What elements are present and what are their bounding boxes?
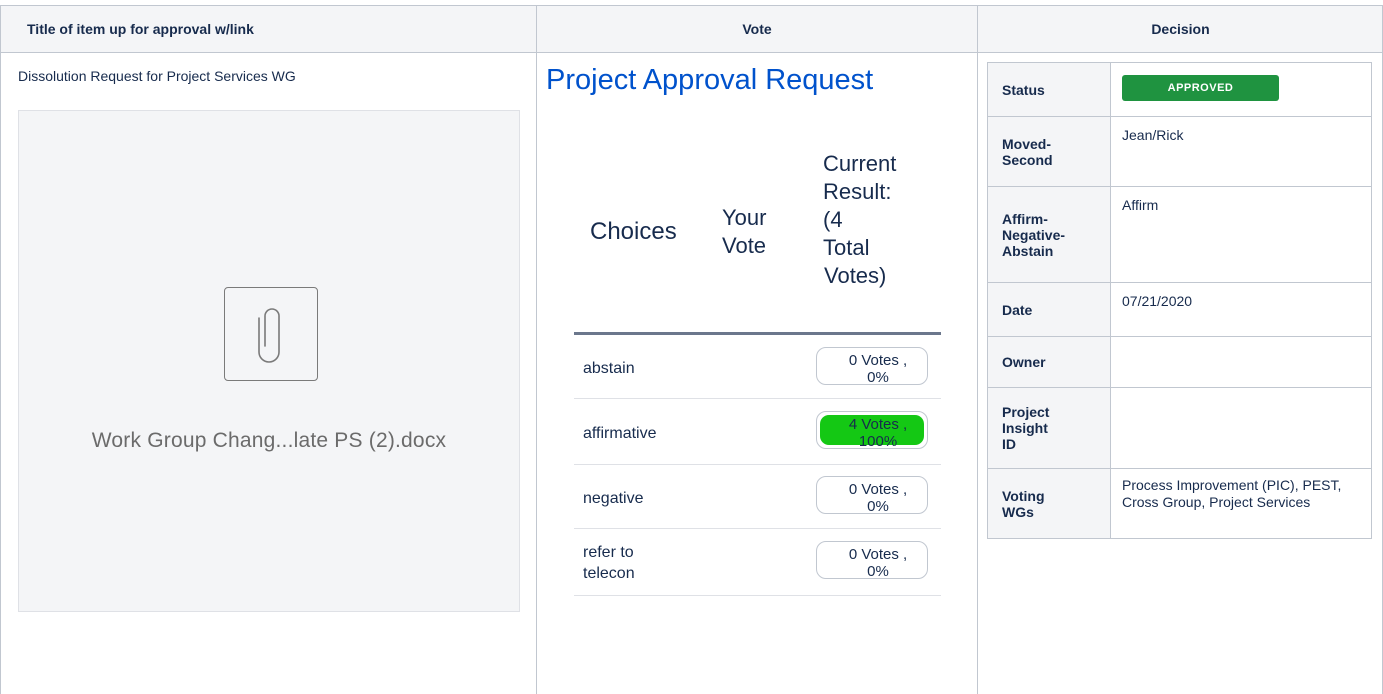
affirm-negative-abstain-label: Affirm- Negative- Abstain xyxy=(987,186,1111,283)
decision-table: Status APPROVED Moved- Second Jean/Rick … xyxy=(987,62,1372,539)
vote-row-affirmative[interactable]: affirmative 4 Votes , 100% xyxy=(574,398,941,465)
result-header-line: Result: xyxy=(823,179,892,204)
vote-count: 0 Votes , xyxy=(848,352,908,369)
decision-row-date: Date 07/21/2020 xyxy=(987,282,1372,337)
status-badge: APPROVED xyxy=(1122,75,1279,101)
vote-percent: 100% xyxy=(858,433,898,449)
vote-row-refer-to-telecon[interactable]: refer to telecon 0 Votes , 0% xyxy=(574,528,941,596)
vote-result-text: 0 Votes , 0% xyxy=(817,546,927,579)
vote-result-pill: 0 Votes , 0% xyxy=(816,541,928,579)
moved-second-value: Jean/Rick xyxy=(1110,116,1372,187)
result-header-line: Votes) xyxy=(824,263,887,288)
vote-percent: 0% xyxy=(867,498,889,514)
choice-label-line: refer to xyxy=(583,544,634,561)
owner-label: Owner xyxy=(987,336,1111,388)
vote-count: 0 Votes , xyxy=(848,481,908,498)
vote-result-pill: 0 Votes , 0% xyxy=(816,347,928,385)
label-line: Insight xyxy=(1002,420,1048,436)
vote-result-text: 4 Votes , 100% xyxy=(817,416,927,449)
result-header-line: Total xyxy=(823,235,870,260)
your-vote-header-line: Your xyxy=(722,205,767,230)
owner-value xyxy=(1110,336,1372,388)
current-result-header: Current Result: (4 Total Votes) xyxy=(823,150,933,290)
header-vote-column: Vote xyxy=(536,5,977,53)
vote-percent: 0% xyxy=(867,563,889,579)
header-title-column: Title of item up for approval w/link xyxy=(0,5,536,53)
voting-wgs-label: Voting WGs xyxy=(987,468,1111,539)
decision-row-moved-second: Moved- Second Jean/Rick xyxy=(987,116,1372,187)
label-line: Abstain xyxy=(1002,242,1054,259)
decision-row-voting-wgs: Voting WGs Process Improvement (PIC), PE… xyxy=(987,468,1372,539)
vote-row-abstain[interactable]: abstain 0 Votes , 0% xyxy=(574,335,941,399)
vote-title: Project Approval Request xyxy=(546,64,874,96)
paperclip-icon xyxy=(224,287,318,381)
your-vote-header-line: Vote xyxy=(722,233,767,258)
choice-label: refer to telecon xyxy=(583,542,635,584)
result-header-line: Current xyxy=(823,151,897,176)
project-insight-id-label: Project Insight ID xyxy=(987,387,1111,469)
vote-percent: 0% xyxy=(867,369,889,385)
vote-result-pill: 0 Votes , 0% xyxy=(816,476,928,514)
label-line: ID xyxy=(1002,436,1016,452)
approval-table: Title of item up for approval w/link Vot… xyxy=(0,0,1383,694)
decision-row-owner: Owner xyxy=(987,336,1372,388)
column-divider xyxy=(0,5,1,694)
choice-label: abstain xyxy=(583,360,635,377)
column-divider xyxy=(536,5,537,694)
voting-wgs-value: Process Improvement (PIC), PEST, Cross G… xyxy=(1110,468,1372,539)
choice-label: affirmative xyxy=(583,425,657,442)
choice-label-line: telecon xyxy=(583,565,635,582)
vote-result-text: 0 Votes , 0% xyxy=(817,352,927,385)
item-title: Dissolution Request for Project Services… xyxy=(18,68,296,84)
label-line: WGs xyxy=(1002,503,1034,520)
attachment-filename[interactable]: Work Group Chang...late PS (2).docx xyxy=(19,429,519,453)
vote-row-negative[interactable]: negative 0 Votes , 0% xyxy=(574,464,941,529)
label-line: Negative- xyxy=(1002,226,1066,243)
date-value: 07/21/2020 xyxy=(1110,282,1372,337)
label-line: Moved- xyxy=(1002,135,1051,152)
vote-count: 0 Votes , xyxy=(848,546,908,563)
vote-result-pill: 4 Votes , 100% xyxy=(816,411,928,449)
vote-result-text: 0 Votes , 0% xyxy=(817,481,927,514)
decision-row-project-insight-id: Project Insight ID xyxy=(987,387,1372,469)
project-insight-id-value xyxy=(1110,387,1372,469)
label-line: Voting xyxy=(1002,487,1045,504)
status-value: APPROVED xyxy=(1110,62,1372,117)
attachment-preview[interactable]: Work Group Chang...late PS (2).docx xyxy=(18,110,520,612)
date-label: Date xyxy=(987,282,1111,337)
decision-row-affirm-negative-abstain: Affirm- Negative- Abstain Affirm xyxy=(987,186,1372,283)
label-line: Project xyxy=(1002,404,1050,420)
status-label: Status xyxy=(987,62,1111,117)
choices-header: Choices xyxy=(590,218,677,245)
your-vote-header: Your Vote xyxy=(722,204,766,260)
vote-count: 4 Votes , xyxy=(848,416,908,433)
choice-label: negative xyxy=(583,490,644,507)
decision-row-status: Status APPROVED xyxy=(987,62,1372,117)
moved-second-label: Moved- Second xyxy=(987,116,1111,187)
header-decision-column: Decision xyxy=(977,5,1383,53)
label-line: Second xyxy=(1002,151,1053,168)
result-header-line: (4 xyxy=(823,207,843,232)
column-divider xyxy=(977,5,978,694)
label-line: Affirm- xyxy=(1002,210,1048,227)
affirm-negative-abstain-value: Affirm xyxy=(1110,186,1372,283)
